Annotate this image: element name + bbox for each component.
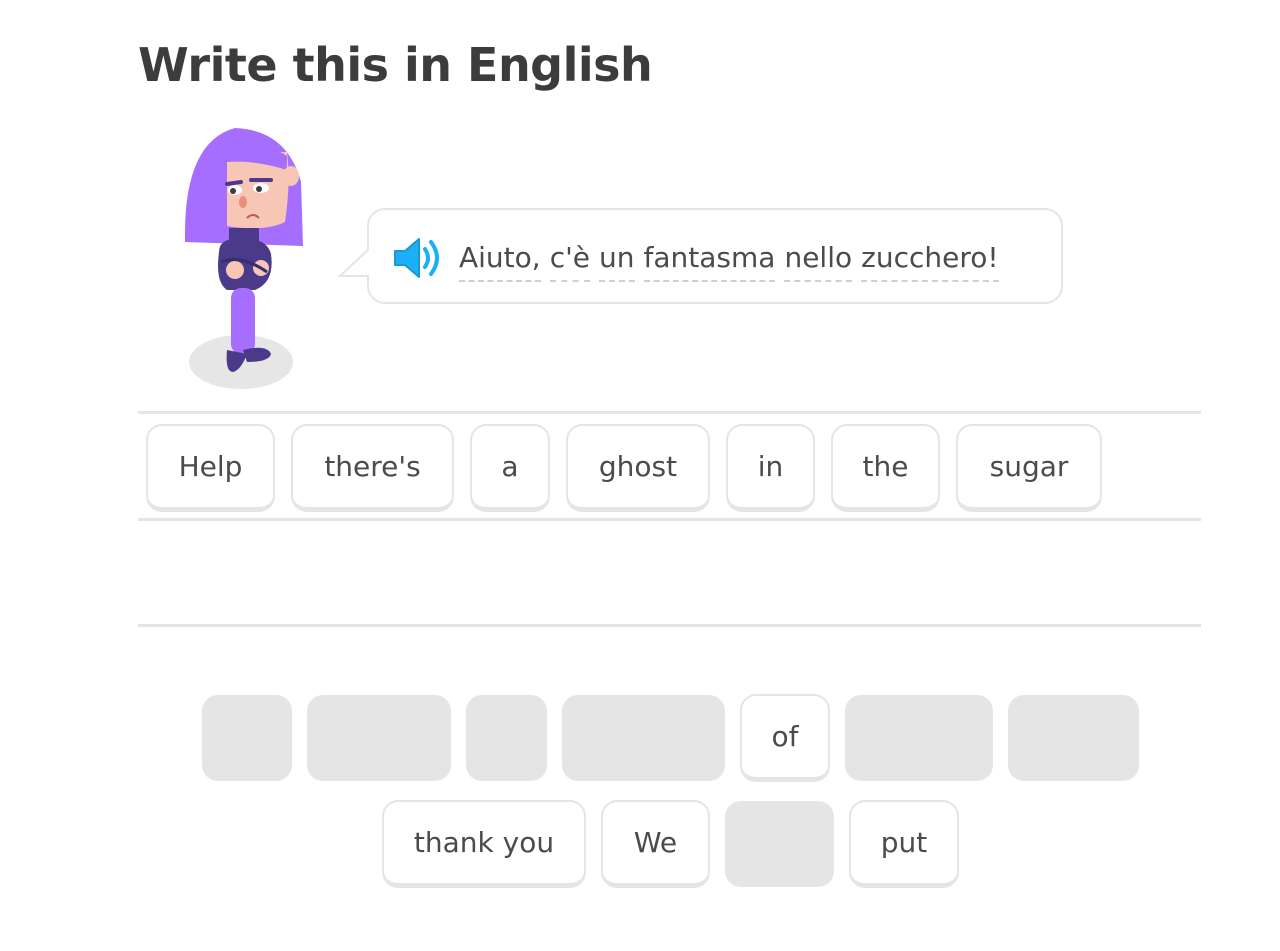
word-bank-empty-slot <box>202 695 292 781</box>
prompt-word[interactable]: Aiuto, <box>459 238 541 282</box>
answer-tile[interactable]: ghost <box>566 424 710 512</box>
answer-tile[interactable]: there's <box>291 424 454 512</box>
word-bank-empty-slot <box>845 695 993 781</box>
prompt-word[interactable]: nello <box>784 238 853 282</box>
answer-tile[interactable]: in <box>726 424 815 512</box>
speech-bubble-tail <box>337 246 372 280</box>
speaker-icon[interactable] <box>391 235 445 281</box>
answer-tile[interactable]: the <box>831 424 940 512</box>
page-title: Write this in English <box>138 38 653 92</box>
prompt-word[interactable]: fantasma <box>643 238 776 282</box>
answer-line-bottom <box>138 624 1201 627</box>
prompt-word[interactable]: zucchero! <box>861 238 999 282</box>
word-bank-tile[interactable]: of <box>740 694 830 782</box>
word-bank-empty-slot <box>562 695 725 781</box>
word-bank-row-2: thank you We put <box>382 800 959 888</box>
answer-line-middle <box>138 518 1201 521</box>
prompt-word[interactable]: un <box>599 238 635 282</box>
word-bank-tile[interactable]: thank you <box>382 800 586 888</box>
answer-line-top <box>138 411 1201 414</box>
prompt-word[interactable]: c'è <box>549 238 591 282</box>
answer-tile[interactable]: sugar <box>956 424 1102 512</box>
character-illustration <box>184 128 303 389</box>
word-bank-row-1: of <box>202 694 1139 782</box>
word-bank-tile[interactable]: We <box>601 800 710 888</box>
word-bank-tile[interactable]: put <box>849 800 959 888</box>
word-bank-empty-slot <box>1008 695 1139 781</box>
answer-tile[interactable]: a <box>470 424 550 512</box>
answer-tile[interactable]: Help <box>146 424 275 512</box>
word-bank-empty-slot <box>725 801 834 887</box>
prompt-sentence: Aiuto, c'è un fantasma nello zucchero! <box>459 238 999 288</box>
word-bank-empty-slot <box>466 695 547 781</box>
word-bank-empty-slot <box>307 695 451 781</box>
answer-area: Help there's a ghost in the sugar <box>146 424 1102 512</box>
